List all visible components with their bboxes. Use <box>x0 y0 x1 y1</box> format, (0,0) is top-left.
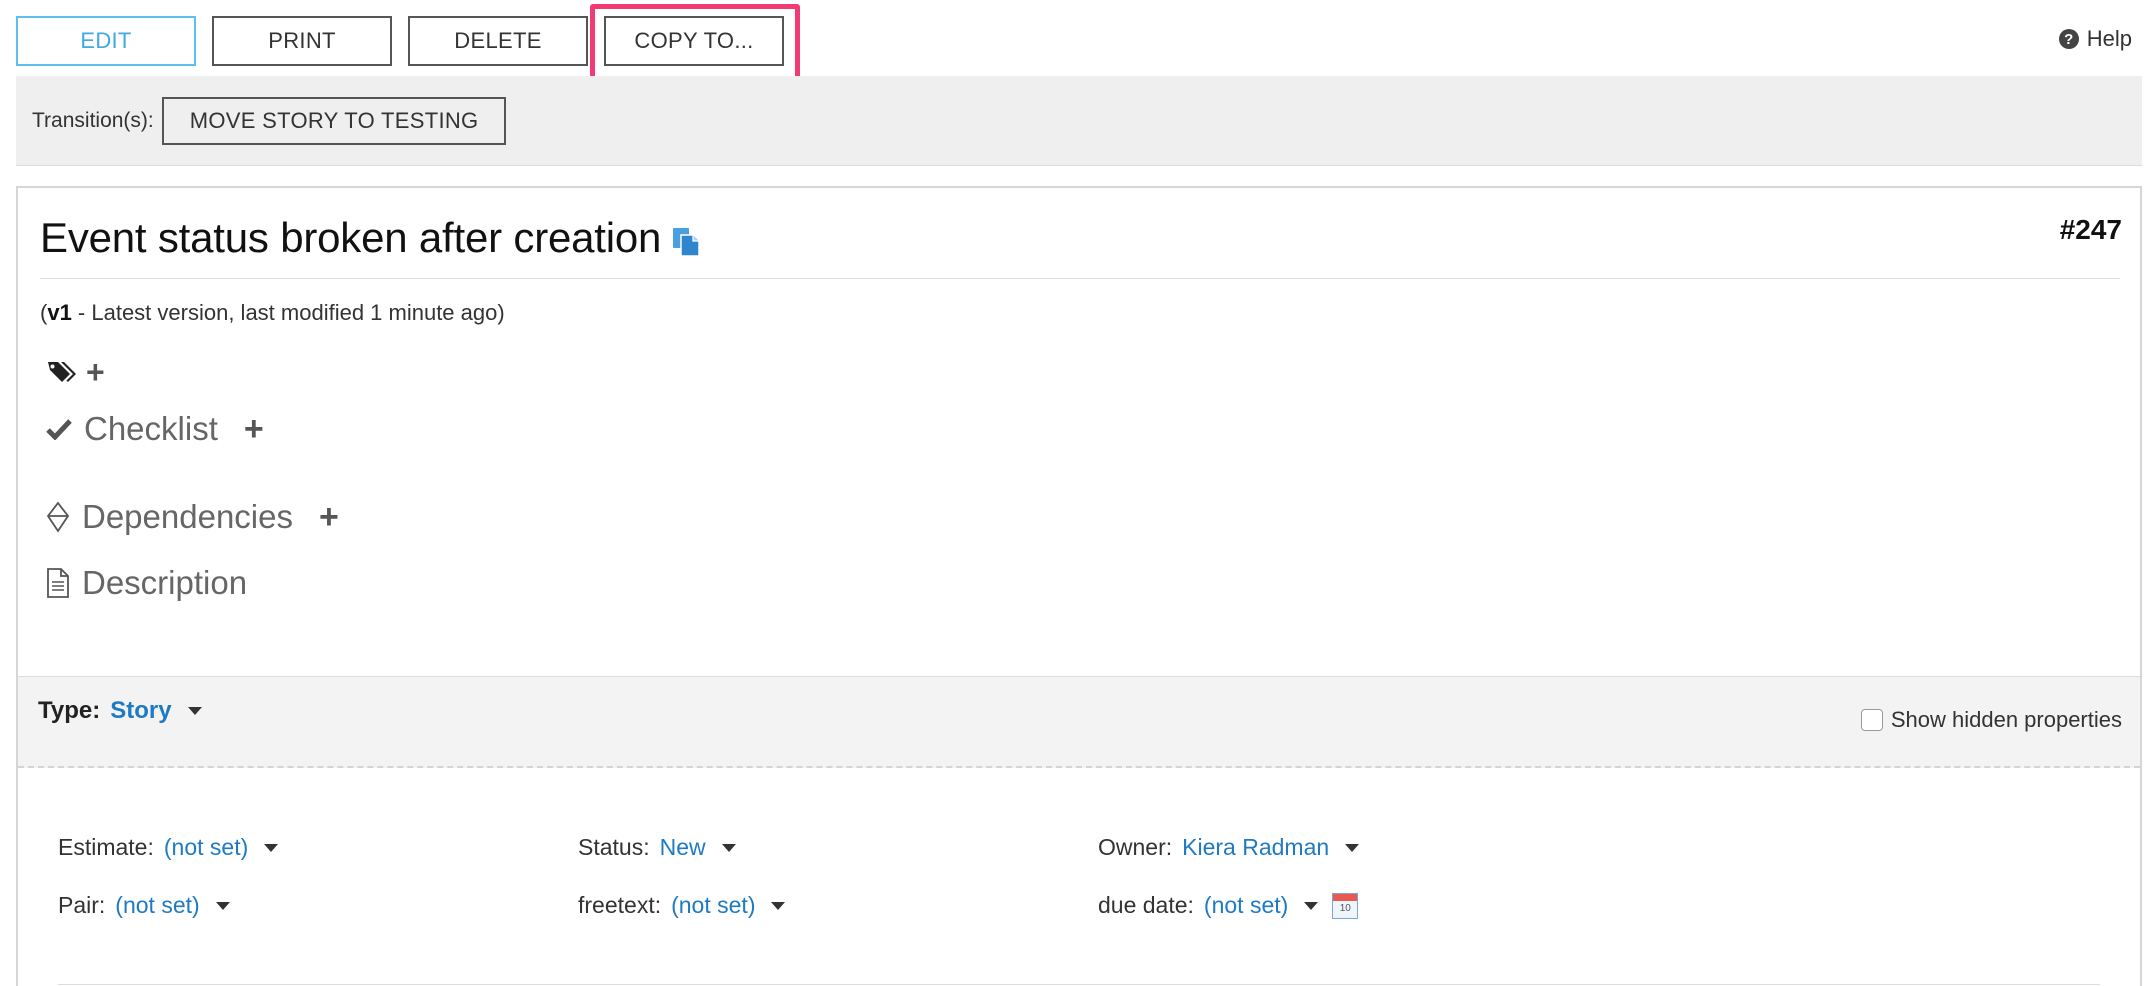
pair-value[interactable]: (not set) <box>115 892 199 919</box>
version-info: (v1 - Latest version, last modified 1 mi… <box>40 300 505 325</box>
help-link[interactable]: ? Help <box>2058 26 2132 52</box>
checkmark-icon <box>46 419 72 440</box>
help-label: Help <box>2086 26 2132 51</box>
caret-down-icon[interactable] <box>187 707 202 715</box>
status-value[interactable]: New <box>660 834 706 861</box>
copy-document-icon[interactable] <box>671 226 701 258</box>
estimate-label: Estimate: <box>58 834 154 860</box>
due-date-label: due date: <box>1098 892 1194 918</box>
type-label: Type: <box>38 697 101 724</box>
description-section: Description <box>46 564 247 602</box>
question-icon: ? <box>2058 29 2079 49</box>
property-status: Status: New <box>578 834 736 861</box>
type-value[interactable]: Story <box>110 697 171 725</box>
add-checklist-icon[interactable]: + <box>244 412 264 446</box>
dependencies-section: Dependencies + <box>46 498 339 536</box>
estimate-value[interactable]: (not set) <box>164 834 248 861</box>
property-estimate: Estimate: (not set) <box>58 834 279 861</box>
caret-down-icon[interactable] <box>1304 901 1319 910</box>
checklist-section: Checklist + <box>46 410 264 448</box>
edit-button[interactable]: EDIT <box>16 16 196 66</box>
tags-row: + <box>46 356 105 388</box>
property-pair: Pair: (not set) <box>58 892 230 919</box>
dependencies-icon <box>46 501 70 533</box>
transitions-bar: Transition(s): MOVE STORY TO TESTING <box>16 76 2142 166</box>
caret-down-icon[interactable] <box>721 843 736 852</box>
copy-to-highlight <box>590 4 800 84</box>
checklist-label: Checklist <box>84 410 218 447</box>
show-hidden-properties[interactable]: Show hidden properties <box>1860 707 2122 733</box>
version-number: v1 <box>47 300 72 325</box>
type-selector[interactable]: Type: Story <box>38 697 202 725</box>
type-bar: Type: Story Show hidden properties <box>18 676 2140 768</box>
add-dependency-icon[interactable]: + <box>319 500 339 534</box>
description-label: Description <box>82 564 248 601</box>
owner-label: Owner: <box>1098 834 1173 860</box>
story-number: #247 <box>2059 214 2122 245</box>
story-title: Event status broken after creation <box>40 214 662 261</box>
property-owner: Owner: Kiera Radman <box>1098 834 1360 861</box>
pair-label: Pair: <box>58 892 106 918</box>
story-page: EDIT PRINT DELETE COPY TO... ? Help Tran… <box>0 0 2148 986</box>
freetext-label: freetext: <box>578 892 662 918</box>
owner-value[interactable]: Kiera Radman <box>1182 834 1329 861</box>
caret-down-icon[interactable] <box>215 901 230 910</box>
freetext-value[interactable]: (not set) <box>671 892 755 919</box>
property-due-date: due date: (not set) 10 <box>1098 892 1359 919</box>
caret-down-icon[interactable] <box>1345 843 1360 852</box>
dependencies-label: Dependencies <box>82 498 293 535</box>
caret-down-icon[interactable] <box>264 843 279 852</box>
caret-down-icon[interactable] <box>771 901 786 910</box>
add-tag-icon[interactable]: + <box>86 356 105 388</box>
status-label: Status: <box>578 834 650 860</box>
transitions-label: Transition(s): <box>32 108 154 132</box>
calendar-icon[interactable]: 10 <box>1332 892 1359 919</box>
title-divider <box>40 278 2120 279</box>
document-icon <box>47 568 69 598</box>
show-hidden-checkbox[interactable] <box>1860 709 1883 731</box>
properties-divider <box>58 984 2100 985</box>
show-hidden-label: Show hidden properties <box>1890 707 2122 732</box>
delete-button[interactable]: DELETE <box>408 16 588 66</box>
property-freetext: freetext: (not set) <box>578 892 786 919</box>
due-date-value[interactable]: (not set) <box>1204 892 1288 919</box>
move-story-to-testing-button[interactable]: MOVE STORY TO TESTING <box>161 96 507 145</box>
story-card: Event status broken after creation #247 … <box>16 186 2142 986</box>
title-row: Event status broken after creation <box>40 208 2120 268</box>
tags-icon <box>48 362 76 382</box>
print-button[interactable]: PRINT <box>212 16 392 66</box>
